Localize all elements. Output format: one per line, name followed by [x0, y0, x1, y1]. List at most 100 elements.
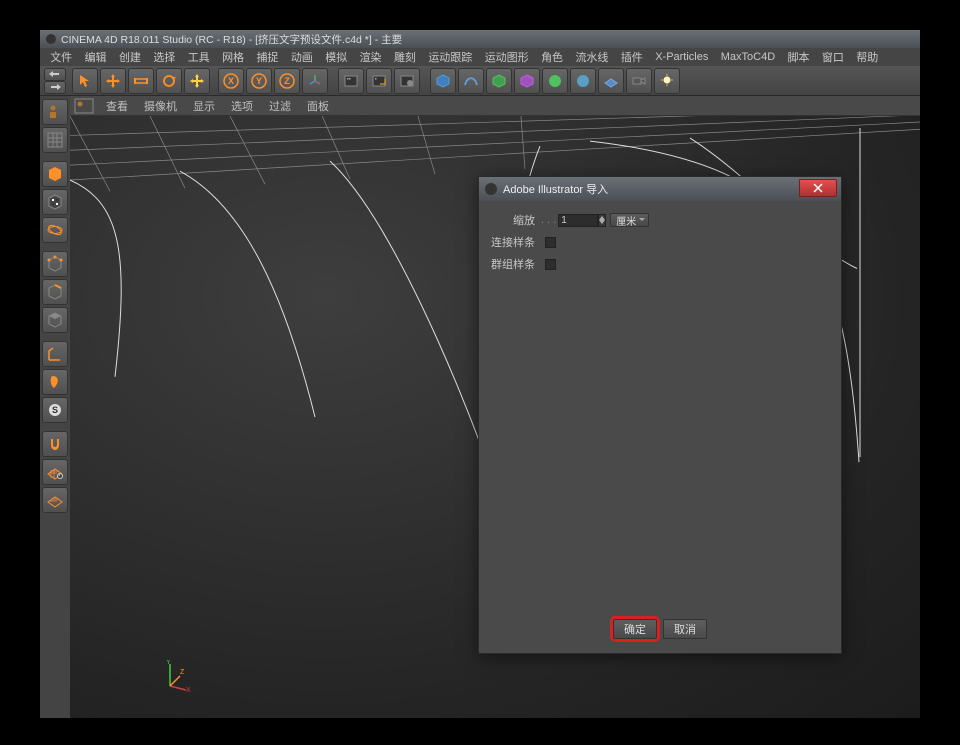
tweak-mode-button[interactable] — [42, 369, 68, 395]
menu-mograph[interactable]: 运动图形 — [479, 49, 535, 65]
ok-button[interactable]: 确定 — [613, 619, 657, 639]
unit-select[interactable]: 厘米 — [610, 213, 649, 227]
unit-value: 厘米 — [616, 213, 636, 228]
menu-render[interactable]: 渲染 — [353, 49, 387, 65]
redo-button[interactable] — [44, 81, 66, 94]
snap-button[interactable]: S — [42, 397, 68, 423]
dialog-body: 缩放 . . . 厘米 连接样条 群组样条 — [479, 201, 841, 287]
svg-text:Y: Y — [256, 76, 262, 86]
grid-icon[interactable] — [42, 127, 68, 153]
connect-splines-checkbox[interactable] — [545, 237, 556, 248]
connect-row: 连接样条 — [491, 233, 829, 251]
move-tool2-button[interactable] — [184, 68, 210, 94]
menu-xparticles[interactable]: X-Particles — [649, 51, 715, 63]
environment-button[interactable] — [542, 68, 568, 94]
window-title: CINEMA 4D R18.011 Studio (RC - R18) - [挤… — [61, 32, 402, 47]
menu-character[interactable]: 角色 — [535, 49, 569, 65]
dialog-title: Adobe Illustrator 导入 — [503, 181, 608, 197]
workplane2-button[interactable] — [42, 487, 68, 513]
svg-text:Z: Z — [284, 76, 290, 86]
scale-spinner[interactable] — [598, 214, 606, 227]
left-toolbar: S — [40, 96, 70, 718]
axis-y-button[interactable]: Y — [246, 68, 272, 94]
menu-file[interactable]: 文件 — [44, 49, 78, 65]
group-splines-checkbox[interactable] — [545, 259, 556, 270]
magnet-button[interactable] — [42, 431, 68, 457]
dialog-app-icon — [485, 183, 497, 195]
vmenu-options[interactable]: 选项 — [223, 98, 261, 114]
scale-tool-button[interactable] — [128, 68, 154, 94]
primitive-button[interactable] — [430, 68, 456, 94]
menu-maxtoc4d[interactable]: MaxToC4D — [715, 51, 782, 63]
menu-snap[interactable]: 捕捉 — [250, 49, 284, 65]
select-tool-button[interactable] — [72, 68, 98, 94]
scale-input[interactable] — [558, 214, 598, 227]
spline-button[interactable] — [458, 68, 484, 94]
app-icon — [46, 34, 56, 44]
dialog-title-bar[interactable]: Adobe Illustrator 导入 — [479, 177, 841, 201]
model-mode-button[interactable] — [42, 161, 68, 187]
viewport-menu-bar: 查看 摄像机 显示 选项 过滤 面板 — [70, 96, 920, 116]
deformer-button[interactable] — [514, 68, 540, 94]
menu-create[interactable]: 创建 — [113, 49, 147, 65]
import-dialog: Adobe Illustrator 导入 缩放 . . . 厘米 连接样条 群组… — [478, 176, 842, 654]
vmenu-filter[interactable]: 过滤 — [261, 98, 299, 114]
floor-button[interactable] — [598, 68, 624, 94]
axis-gizmo: Y X Z — [160, 660, 192, 692]
rotate-tool-button[interactable] — [156, 68, 182, 94]
polygon-mode-button[interactable] — [42, 307, 68, 333]
mesh-mode-button[interactable] — [42, 217, 68, 243]
axis-x-button[interactable]: X — [218, 68, 244, 94]
vmenu-view[interactable]: 查看 — [98, 98, 136, 114]
edge-mode-button[interactable] — [42, 279, 68, 305]
render-view-button[interactable] — [338, 68, 364, 94]
menu-help[interactable]: 帮助 — [850, 49, 884, 65]
point-mode-button[interactable] — [42, 251, 68, 277]
camera-button[interactable] — [570, 68, 596, 94]
menu-pipeline[interactable]: 流水线 — [569, 49, 614, 65]
vmenu-panel[interactable]: 面板 — [299, 98, 337, 114]
render-region-button[interactable] — [366, 68, 392, 94]
svg-text:Y: Y — [166, 660, 171, 666]
menu-tools[interactable]: 工具 — [182, 49, 216, 65]
cancel-button[interactable]: 取消 — [663, 619, 707, 639]
menu-script[interactable]: 脚本 — [781, 49, 815, 65]
group-splines-label: 群组样条 — [491, 256, 541, 272]
menu-edit[interactable]: 编辑 — [78, 49, 112, 65]
scale-dots: . . . — [541, 214, 556, 226]
axis-mode-button[interactable] — [42, 341, 68, 367]
move-tool-button[interactable] — [100, 68, 126, 94]
close-icon — [813, 183, 823, 193]
close-button[interactable] — [799, 179, 837, 197]
menu-select[interactable]: 选择 — [147, 49, 181, 65]
viewport-icon — [74, 98, 94, 114]
character-icon[interactable] — [42, 99, 68, 125]
menu-window[interactable]: 窗口 — [816, 49, 850, 65]
svg-text:X: X — [186, 687, 191, 692]
menu-sculpt[interactable]: 雕刻 — [388, 49, 422, 65]
svg-text:Z: Z — [180, 669, 185, 676]
generator-button[interactable] — [486, 68, 512, 94]
menu-plugins[interactable]: 插件 — [615, 49, 649, 65]
light-button[interactable] — [654, 68, 680, 94]
vmenu-display[interactable]: 显示 — [185, 98, 223, 114]
svg-text:X: X — [228, 76, 234, 86]
menu-motracking[interactable]: 运动跟踪 — [422, 49, 478, 65]
vmenu-camera[interactable]: 摄像机 — [136, 98, 185, 114]
menu-simulate[interactable]: 模拟 — [319, 49, 353, 65]
coord-system-button[interactable] — [302, 68, 328, 94]
texture-mode-button[interactable] — [42, 189, 68, 215]
svg-text:S: S — [52, 405, 58, 415]
workplane-button[interactable] — [42, 459, 68, 485]
camera2-button[interactable] — [626, 68, 652, 94]
title-bar: CINEMA 4D R18.011 Studio (RC - R18) - [挤… — [40, 30, 920, 48]
connect-splines-label: 连接样条 — [491, 234, 541, 250]
render-settings-button[interactable] — [394, 68, 420, 94]
scale-label: 缩放 — [491, 212, 541, 228]
axis-z-button[interactable]: Z — [274, 68, 300, 94]
dialog-buttons: 确定 取消 — [479, 619, 841, 639]
menu-animation[interactable]: 动画 — [285, 49, 319, 65]
chevron-down-icon — [599, 220, 605, 224]
menu-mesh[interactable]: 网格 — [216, 49, 250, 65]
scale-row: 缩放 . . . 厘米 — [491, 211, 829, 229]
